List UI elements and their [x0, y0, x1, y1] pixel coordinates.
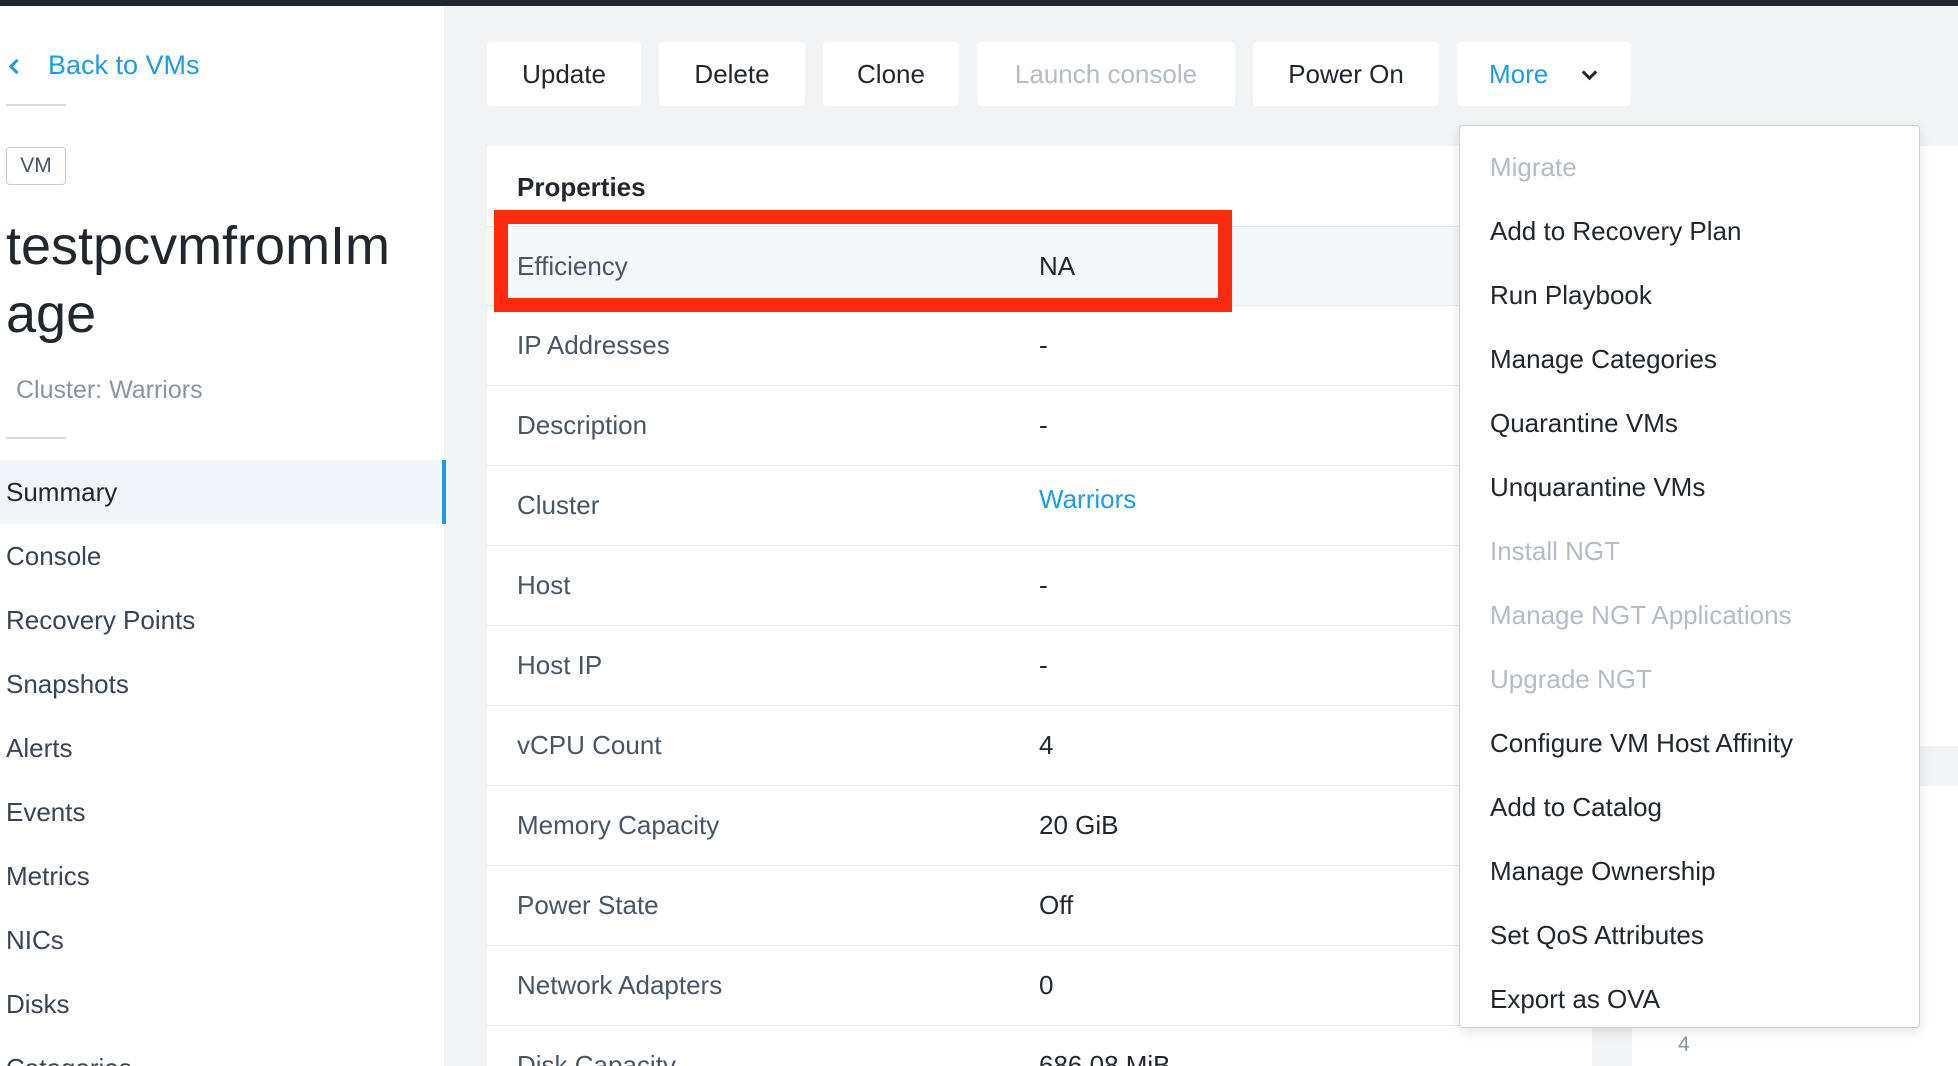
nav-item-console[interactable]: Console	[0, 524, 446, 588]
chevron-down-icon	[1582, 67, 1596, 81]
more-button-label: More	[1489, 58, 1549, 89]
property-label: Memory Capacity	[517, 810, 720, 840]
property-label: Disk Capacity	[517, 1050, 676, 1066]
property-value: 20 GiB	[1039, 810, 1119, 840]
nav-item-nics[interactable]: NICs	[0, 908, 446, 972]
menu-item-add-to-recovery-plan[interactable]: Add to Recovery Plan	[1490, 216, 1741, 247]
nav-item-categories[interactable]: Categories	[0, 1036, 446, 1066]
property-label: Description	[517, 410, 648, 440]
properties-panel: Properties Efficiency NA IP Addresses - …	[487, 146, 1592, 1066]
back-link-label: Back to VMs	[48, 50, 200, 80]
property-label: vCPU Count	[517, 730, 662, 760]
vm-name-title: testpcvmfromImage	[6, 216, 391, 344]
nav-item-snapshots[interactable]: Snapshots	[0, 652, 446, 716]
property-value: 686.08 MiB	[1039, 1050, 1171, 1066]
menu-item-migrate[interactable]: Migrate	[1490, 152, 1577, 183]
menu-item-unquarantine-vms[interactable]: Unquarantine VMs	[1490, 472, 1705, 503]
property-value: 4	[1039, 730, 1054, 760]
menu-item-set-qos-attributes[interactable]: Set QoS Attributes	[1490, 920, 1704, 951]
menu-item-add-to-catalog[interactable]: Add to Catalog	[1490, 792, 1662, 823]
action-toolbar: Update Delete Clone Launch console Power…	[487, 42, 1649, 106]
menu-item-upgrade-ngt[interactable]: Upgrade NGT	[1490, 664, 1652, 695]
clone-button[interactable]: Clone	[823, 42, 959, 106]
property-label: Network Adapters	[517, 970, 723, 1000]
nav-item-alerts[interactable]: Alerts	[0, 716, 446, 780]
menu-item-run-playbook[interactable]: Run Playbook	[1490, 280, 1652, 311]
property-row: Network Adapters 0	[487, 946, 1592, 1026]
property-row: Host -	[487, 546, 1592, 626]
vm-cluster-subtitle: Cluster: Warriors	[16, 376, 203, 404]
property-label: Power State	[517, 890, 659, 920]
property-row: Power State Off	[487, 866, 1592, 946]
sidebar-nav: Summary Console Recovery Points Snapshot…	[0, 460, 446, 1066]
property-label: Efficiency	[517, 250, 628, 281]
properties-title: Properties	[517, 172, 646, 202]
update-button[interactable]: Update	[487, 42, 641, 106]
divider	[6, 104, 66, 106]
nav-item-summary[interactable]: Summary	[0, 460, 446, 524]
menu-item-configure-vm-host-affinity[interactable]: Configure VM Host Affinity	[1490, 728, 1793, 759]
side-panel-count: 4	[1678, 1033, 1690, 1056]
menu-item-manage-ownership[interactable]: Manage Ownership	[1490, 856, 1715, 887]
property-row: Description -	[487, 386, 1592, 466]
property-row: vCPU Count 4	[487, 706, 1592, 786]
menu-item-export-as-ova[interactable]: Export as OVA	[1490, 984, 1660, 1015]
nav-item-events[interactable]: Events	[0, 780, 446, 844]
property-value: NA	[1039, 250, 1076, 281]
property-value: -	[1039, 650, 1048, 680]
property-row: Host IP -	[487, 626, 1592, 706]
nav-item-recovery-points[interactable]: Recovery Points	[0, 588, 446, 652]
property-row: IP Addresses -	[487, 306, 1592, 386]
power-on-button[interactable]: Power On	[1253, 42, 1439, 106]
property-label: Host	[517, 570, 571, 600]
more-dropdown-menu: Migrate Add to Recovery Plan Run Playboo…	[1459, 125, 1920, 1028]
nav-item-metrics[interactable]: Metrics	[0, 844, 446, 908]
menu-item-install-ngt[interactable]: Install NGT	[1490, 536, 1620, 567]
property-row: Cluster Warriors	[487, 466, 1592, 546]
property-value: Off	[1039, 890, 1074, 920]
menu-item-manage-categories[interactable]: Manage Categories	[1490, 344, 1717, 375]
properties-table: Efficiency NA IP Addresses - Description…	[487, 226, 1592, 1066]
property-label: Host IP	[517, 650, 603, 680]
property-row: Efficiency NA	[487, 226, 1592, 306]
property-value: -	[1039, 410, 1048, 440]
menu-item-manage-ngt-applications[interactable]: Manage NGT Applications	[1490, 600, 1792, 631]
vm-type-badge: VM	[6, 147, 66, 185]
property-label: Cluster	[517, 490, 600, 520]
sidebar: Back to VMs VM testpcvmfromImage Cluster…	[0, 6, 446, 1066]
chevron-left-icon	[6, 58, 22, 74]
menu-item-quarantine-vms[interactable]: Quarantine VMs	[1490, 408, 1678, 439]
cluster-link[interactable]: Warriors	[1039, 484, 1136, 515]
back-to-vms-link[interactable]: Back to VMs	[6, 50, 200, 81]
more-dropdown-button[interactable]: More	[1457, 42, 1631, 106]
property-value: -	[1039, 570, 1048, 600]
property-row: Memory Capacity 20 GiB	[487, 786, 1592, 866]
nav-item-disks[interactable]: Disks	[0, 972, 446, 1036]
property-value: -	[1039, 330, 1048, 360]
property-value: 0	[1039, 970, 1054, 1000]
divider	[6, 437, 66, 439]
launch-console-button[interactable]: Launch console	[977, 42, 1235, 106]
property-row: Disk Capacity 686.08 MiB	[487, 1026, 1592, 1066]
delete-button[interactable]: Delete	[659, 42, 805, 106]
property-label: IP Addresses	[517, 330, 670, 360]
